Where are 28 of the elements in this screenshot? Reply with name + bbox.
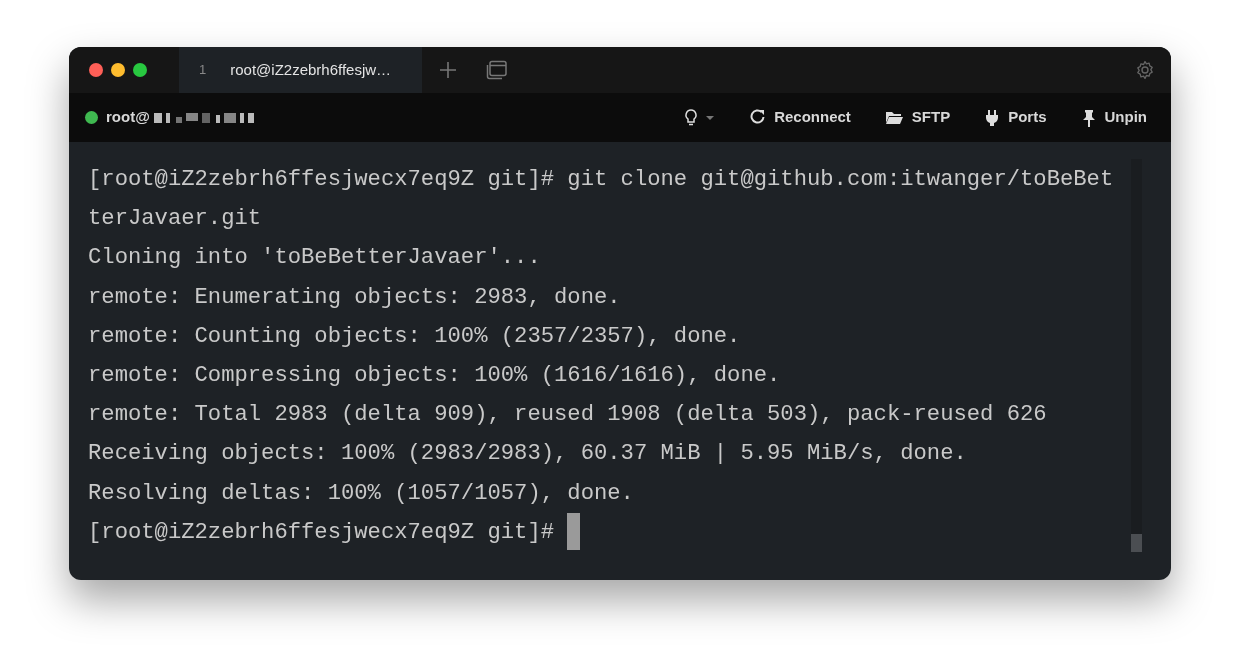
terminal-line: Resolving deltas: 100% (1057/1057), done. xyxy=(88,479,635,508)
windows-icon[interactable] xyxy=(486,60,508,80)
reload-icon xyxy=(750,108,767,127)
terminal-line: terJavaer.git xyxy=(88,205,263,234)
tab-number: 1 xyxy=(199,61,207,80)
terminal-line: remote: Total 2983 (delta 909), reused 1908 (delta 503), pack-reused 626 xyxy=(88,401,1048,430)
scrollbar[interactable] xyxy=(1131,159,1142,552)
unpin-button[interactable]: Unpin xyxy=(1080,106,1147,129)
minimize-button[interactable] xyxy=(111,63,125,77)
zoom-button[interactable] xyxy=(133,63,147,77)
terminal-line: remote: Compressing objects: 100% (1616/1616), done. xyxy=(88,362,782,390)
tab-title: root@iZ2zebrh6ffesjw… xyxy=(230,59,392,80)
close-button[interactable] xyxy=(89,63,103,77)
terminal-line: [root@iZ2zebrh6ffesjwecx7eq9Z git]# xyxy=(88,519,555,545)
sftp-button[interactable]: SFTP xyxy=(884,106,951,129)
plug-icon xyxy=(984,108,1001,127)
terminal-line: [root@iZ2zebrh6ffesjwecx7eq9Z git]# git clone git@github.com:itwanger/toBeBet xyxy=(88,166,1115,194)
tab[interactable]: 1 root@iZ2zebrh6ffesjw… xyxy=(179,47,422,93)
ports-button[interactable]: Ports xyxy=(984,106,1047,129)
terminal-line: remote: Counting objects: 100% (2357/2357), done. xyxy=(88,322,742,351)
terminal-line: Cloning into 'toBeBetterJavaer'... xyxy=(88,244,542,273)
terminal-line: remote: Enumerating objects: 2983, done. xyxy=(88,283,622,312)
reconnect-button[interactable]: Reconnect xyxy=(750,106,851,129)
scrollbar-thumb[interactable] xyxy=(1131,534,1142,552)
user-label: root@ xyxy=(106,107,150,128)
new-tab-icon[interactable] xyxy=(438,60,458,80)
settings-icon[interactable] xyxy=(1135,60,1155,80)
terminal-line: Receiving objects: 100% (2983/2983), 60.37 MiB | 5.95 MiB/s, done. xyxy=(88,440,968,469)
